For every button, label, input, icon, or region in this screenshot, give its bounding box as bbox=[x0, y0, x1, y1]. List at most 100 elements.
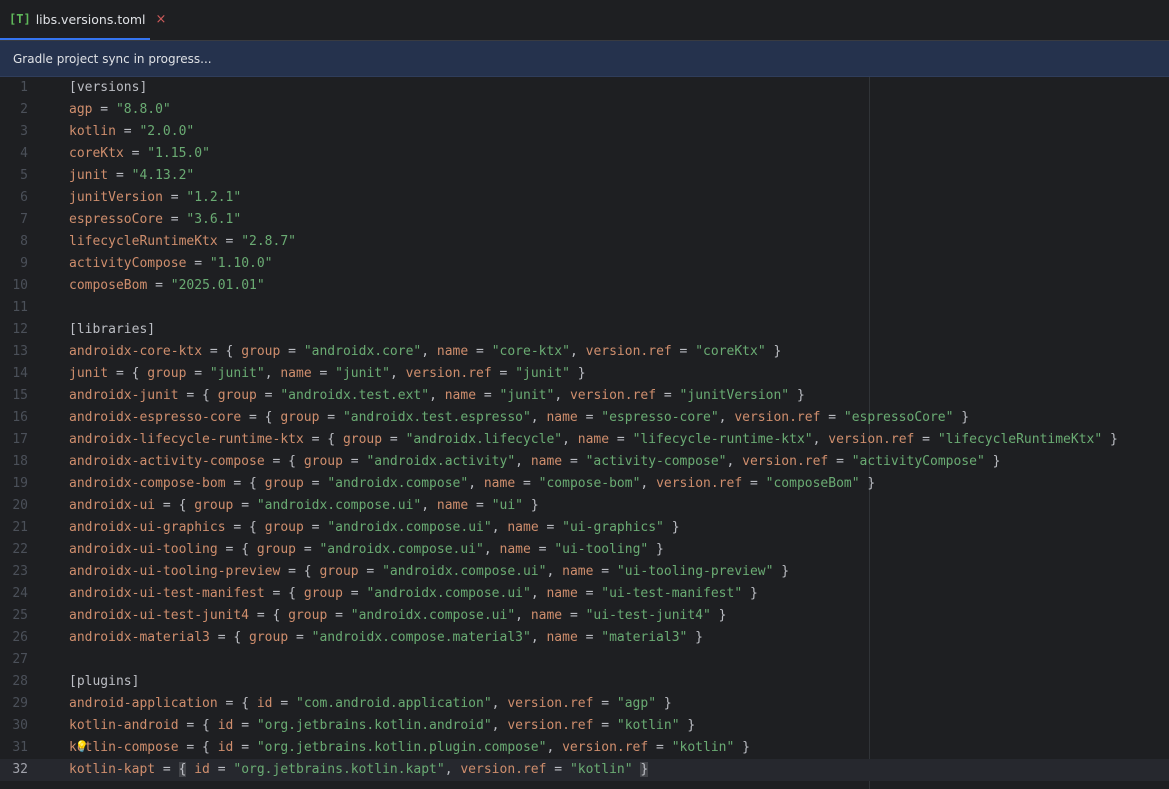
line-number: 12 bbox=[12, 322, 28, 337]
toml-key: group bbox=[303, 586, 343, 601]
close-icon[interactable]: × bbox=[156, 12, 167, 27]
toml-punctuation: = bbox=[828, 454, 852, 469]
code-line[interactable]: 26 androidx-material3 = { group = "androi… bbox=[0, 627, 1169, 649]
code-line[interactable]: 5 junit = "4.13.2" bbox=[0, 165, 1169, 187]
code-line[interactable]: 4 coreKtx = "1.15.0" bbox=[0, 143, 1169, 165]
code-line[interactable]: 16 androidx-espresso-core = { group = "an… bbox=[0, 407, 1169, 429]
code-line[interactable]: 12 [libraries] bbox=[0, 319, 1169, 341]
toml-punctuation: = bbox=[233, 740, 257, 755]
code-line[interactable]: 29 android-application = { id = "com.andr… bbox=[0, 693, 1169, 715]
code-text: androidx-junit = { group = "androidx.tes… bbox=[69, 385, 805, 407]
toml-punctuation: = bbox=[147, 278, 171, 293]
toml-punctuation: = { bbox=[225, 520, 265, 535]
code-line[interactable]: 30 kotlin-android = { id = "org.jetbrains… bbox=[0, 715, 1169, 737]
code-line[interactable]: 3 kotlin = "2.0.0" bbox=[0, 121, 1169, 143]
code-text: androidx-espresso-core = { group = "andr… bbox=[69, 407, 969, 429]
toml-punctuation: = bbox=[272, 696, 296, 711]
lightbulb-icon[interactable]: 💡 bbox=[75, 741, 89, 753]
toml-key: id bbox=[217, 718, 234, 733]
toml-key: group bbox=[264, 520, 304, 535]
tab-libs-versions-toml[interactable]: [T] libs.versions.toml × bbox=[0, 0, 166, 40]
toml-key: id bbox=[194, 762, 210, 777]
code-line[interactable]: 25 androidx-ui-test-junit4 = { group = "a… bbox=[0, 605, 1169, 627]
code-text: androidx-ui-tooling-preview = { group = … bbox=[69, 561, 789, 583]
toml-string: "kotlin" bbox=[569, 762, 633, 777]
code-line[interactable]: 13 androidx-core-ktx = { group = "android… bbox=[0, 341, 1169, 363]
toml-punctuation: = { bbox=[241, 410, 281, 425]
toml-punctuation: } bbox=[648, 542, 664, 557]
toml-punctuation: = bbox=[593, 718, 617, 733]
toml-punctuation: , bbox=[444, 762, 461, 777]
toml-key: androidx-ui-test-junit4 bbox=[69, 608, 250, 623]
toml-punctuation: = bbox=[562, 454, 586, 469]
toml-key: name bbox=[444, 388, 477, 403]
toml-punctuation: = { bbox=[217, 696, 257, 711]
toml-punctuation: = { bbox=[209, 630, 250, 645]
toml-string: "espressoCore" bbox=[843, 410, 954, 425]
toml-string: "androidx.test.espresso" bbox=[342, 410, 531, 425]
code-line[interactable]: 31 kotlin-compose = { id = "org.jetbrains… bbox=[0, 737, 1169, 759]
code-line[interactable]: 21 androidx-ui-graphics = { group = "andr… bbox=[0, 517, 1169, 539]
toml-punctuation: = bbox=[648, 740, 672, 755]
toml-punctuation: = bbox=[358, 564, 383, 579]
toml-punctuation: , bbox=[569, 344, 586, 359]
toml-punctuation: = bbox=[577, 630, 602, 645]
toml-string: "ui" bbox=[491, 498, 523, 513]
toml-punctuation: = bbox=[656, 388, 680, 403]
toml-punctuation: , bbox=[483, 542, 500, 557]
code-line[interactable]: 23 androidx-ui-tooling-preview = { group … bbox=[0, 561, 1169, 583]
toml-punctuation: } bbox=[742, 586, 758, 601]
toml-punctuation: } bbox=[789, 388, 805, 403]
toml-key: androidx-activity-compose bbox=[69, 454, 265, 469]
code-editor[interactable]: 1 [versions] 2 agp = "8.8.0" 3 kotlin = "2.0.… bbox=[0, 77, 1169, 789]
toml-punctuation: } bbox=[687, 630, 704, 645]
toml-key: androidx-ui-tooling bbox=[69, 542, 218, 557]
toml-punctuation: = { bbox=[178, 740, 218, 755]
code-line[interactable]: 8 lifecycleRuntimeKtx = "2.8.7" bbox=[0, 231, 1169, 253]
code-line[interactable]: 20 androidx-ui = { group = "androidx.comp… bbox=[0, 495, 1169, 517]
toml-punctuation: = bbox=[256, 388, 281, 403]
code-line[interactable]: 10 composeBom = "2025.01.01" bbox=[0, 275, 1169, 297]
toml-punctuation: = bbox=[546, 762, 570, 777]
code-line[interactable]: 2 agp = "8.8.0" bbox=[0, 99, 1169, 121]
toml-file-icon: [T] bbox=[9, 12, 31, 26]
toml-key: espressoCore bbox=[69, 212, 163, 227]
code-line[interactable]: 27 bbox=[0, 649, 1169, 671]
code-line[interactable]: 15 androidx-junit = { group = "androidx.t… bbox=[0, 385, 1169, 407]
toml-punctuation: , bbox=[726, 454, 743, 469]
code-line[interactable]: 17 androidx-lifecycle-runtime-ktx = { gro… bbox=[0, 429, 1169, 451]
code-line[interactable]: 28 [plugins] bbox=[0, 671, 1169, 693]
code-line[interactable]: 6 junitVersion = "1.2.1" bbox=[0, 187, 1169, 209]
toml-punctuation: } bbox=[984, 454, 1001, 469]
code-line[interactable]: 24 androidx-ui-test-manifest = { group = … bbox=[0, 583, 1169, 605]
code-text: junit = { group = "junit", name = "junit… bbox=[69, 363, 586, 385]
banner-text: Gradle project sync in progress... bbox=[13, 51, 212, 66]
code-line[interactable]: 18 androidx-activity-compose = { group = … bbox=[0, 451, 1169, 473]
line-number: 9 bbox=[20, 256, 28, 271]
toml-string: "ui-test-manifest" bbox=[601, 586, 743, 601]
toml-table-header: [versions] bbox=[69, 80, 148, 95]
code-line[interactable]: 22 androidx-ui-tooling = { group = "andro… bbox=[0, 539, 1169, 561]
code-line[interactable]: 32 kotlin-kapt = { id = "org.jetbrains.ko… bbox=[0, 759, 1169, 781]
toml-string: "material3" bbox=[601, 630, 688, 645]
code-line[interactable]: 1 [versions] bbox=[0, 77, 1169, 99]
code-line[interactable]: 7 espressoCore = "3.6.1" bbox=[0, 209, 1169, 231]
toml-key: group bbox=[256, 542, 296, 557]
code-line[interactable]: 19 androidx-compose-bom = { group = "andr… bbox=[0, 473, 1169, 495]
toml-punctuation: } bbox=[734, 740, 750, 755]
code-line[interactable]: 14 junit = { group = "junit", name = "jun… bbox=[0, 363, 1169, 385]
toml-key: junit bbox=[69, 168, 109, 183]
toml-punctuation: , bbox=[554, 388, 570, 403]
toml-string: "kotlin" bbox=[671, 740, 735, 755]
code-line[interactable]: 9 activityCompose = "1.10.0" bbox=[0, 253, 1169, 275]
code-text: androidx-activity-compose = { group = "a… bbox=[69, 451, 1000, 473]
toml-punctuation: = bbox=[280, 344, 304, 359]
toml-string: "junit" bbox=[499, 388, 555, 403]
sync-notification-banner: Gradle project sync in progress... bbox=[0, 41, 1169, 77]
toml-punctuation: = { bbox=[217, 542, 257, 557]
toml-string: "com.android.application" bbox=[296, 696, 492, 711]
toml-string: "composeBom" bbox=[765, 476, 860, 491]
toml-string: "2025.01.01" bbox=[170, 278, 265, 293]
code-line[interactable]: 11 bbox=[0, 297, 1169, 319]
toml-key: version.ref bbox=[569, 388, 657, 403]
